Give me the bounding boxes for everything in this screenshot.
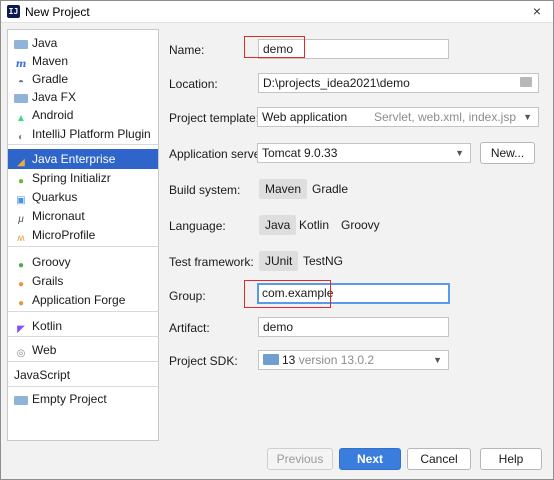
folder-icon (14, 40, 28, 49)
sidebar-item-empty-project[interactable]: Empty Project (8, 389, 158, 409)
sidebar-item-grails[interactable]: ● Grails (8, 271, 158, 291)
sidebar-item-microprofile[interactable]: ʍ MicroProfile (8, 225, 158, 245)
sidebar-divider (8, 386, 158, 387)
sidebar-divider (8, 246, 158, 247)
new-server-button[interactable]: New... (480, 142, 535, 164)
name-label: Name: (169, 43, 205, 57)
build-option-maven[interactable]: Maven (259, 179, 308, 199)
forge-icon: ● (17, 298, 25, 309)
sidebar-item-quarkus[interactable]: ▣ Quarkus (8, 187, 158, 207)
sidebar-divider (8, 361, 158, 362)
previous-button[interactable]: Previous (267, 448, 333, 470)
sidebar-item-maven[interactable]: m Maven (8, 51, 158, 71)
sidebar-item-javafx[interactable]: Java FX (8, 87, 158, 107)
kotlin-icon: ◤ (17, 324, 25, 335)
project-template-label: Project template: (169, 111, 260, 125)
sidebar-divider (8, 311, 158, 312)
sidebar-item-application-forge[interactable]: ● Application Forge (8, 290, 158, 310)
sidebar-item-web[interactable]: ◎ Web (8, 340, 158, 360)
cancel-button[interactable]: Cancel (407, 448, 471, 470)
template-hint: Servlet, web.xml, index.jsp (373, 110, 516, 124)
project-sdk-select[interactable]: 13 version 13.0.2 ▼ (258, 350, 449, 370)
application-server-select[interactable]: Tomcat 9.0.33 ▼ (257, 143, 471, 163)
chevron-down-icon: ▼ (455, 148, 464, 158)
web-icon: ◎ (16, 348, 26, 359)
sdk-folder-icon (263, 354, 279, 365)
sidebar-item-spring-initializr[interactable]: ● Spring Initializr (8, 168, 158, 188)
sidebar-item-java-enterprise[interactable]: ◢ Java Enterprise (8, 149, 158, 169)
sidebar-item-kotlin[interactable]: ◤ Kotlin (8, 316, 158, 336)
sidebar-item-javascript[interactable]: JavaScript (8, 365, 158, 385)
sidebar-item-gradle[interactable]: ◓ Gradle (8, 69, 158, 89)
project-sdk-label: Project SDK: (169, 354, 238, 368)
help-button[interactable]: Help (480, 448, 542, 470)
next-button[interactable]: Next (339, 448, 401, 470)
build-system-label: Build system: (169, 183, 241, 197)
location-label: Location: (169, 77, 218, 91)
sidebar-divider (8, 144, 158, 145)
group-label: Group: (169, 289, 206, 303)
test-option-testng[interactable]: TestNG (303, 251, 343, 271)
project-type-list: Java m Maven ◓ Gradle Java FX ▲ Android ◐ In… (7, 29, 159, 441)
window-title: New Project (25, 5, 90, 19)
language-option-groovy[interactable]: Groovy (341, 215, 380, 235)
folder-icon (14, 396, 28, 405)
title-bar: IJ New Project × (1, 1, 553, 23)
location-field[interactable]: D:\projects_idea2021\demo (258, 73, 539, 93)
application-server-label: Application server: (169, 147, 268, 161)
group-highlight-box (244, 280, 331, 308)
close-icon[interactable]: × (533, 3, 541, 19)
sidebar-item-intellij-plugin[interactable]: ◐ IntelliJ Platform Plugin (8, 124, 158, 144)
intellij-icon: IJ (7, 5, 20, 18)
language-option-kotlin[interactable]: Kotlin (299, 215, 329, 235)
plugin-icon: ◐ (17, 132, 25, 143)
artifact-field[interactable]: demo (258, 317, 449, 337)
test-option-junit[interactable]: JUnit (259, 251, 299, 271)
browse-folder-icon[interactable] (520, 77, 532, 87)
name-highlight-box (244, 36, 305, 58)
microprofile-icon: ʍ (17, 233, 25, 244)
new-project-dialog: IJ New Project × Java m Maven ◓ Gradle Jav… (0, 0, 554, 480)
sidebar-item-groovy[interactable]: ● Groovy (8, 252, 158, 272)
build-option-gradle[interactable]: Gradle (312, 179, 348, 199)
sidebar-divider (8, 336, 158, 337)
language-label: Language: (169, 219, 226, 233)
sidebar-item-java[interactable]: Java (8, 33, 158, 53)
test-framework-label: Test framework: (169, 255, 254, 269)
artifact-label: Artifact: (169, 321, 210, 335)
chevron-down-icon: ▼ (523, 112, 532, 122)
sidebar-item-android[interactable]: ▲ Android (8, 105, 158, 125)
project-template-select[interactable]: Web application Servlet, web.xml, index.… (257, 107, 539, 127)
folder-icon (14, 94, 28, 103)
chevron-down-icon: ▼ (433, 355, 442, 365)
sidebar-item-micronaut[interactable]: μ Micronaut (8, 206, 158, 226)
language-option-java[interactable]: Java (259, 215, 297, 235)
